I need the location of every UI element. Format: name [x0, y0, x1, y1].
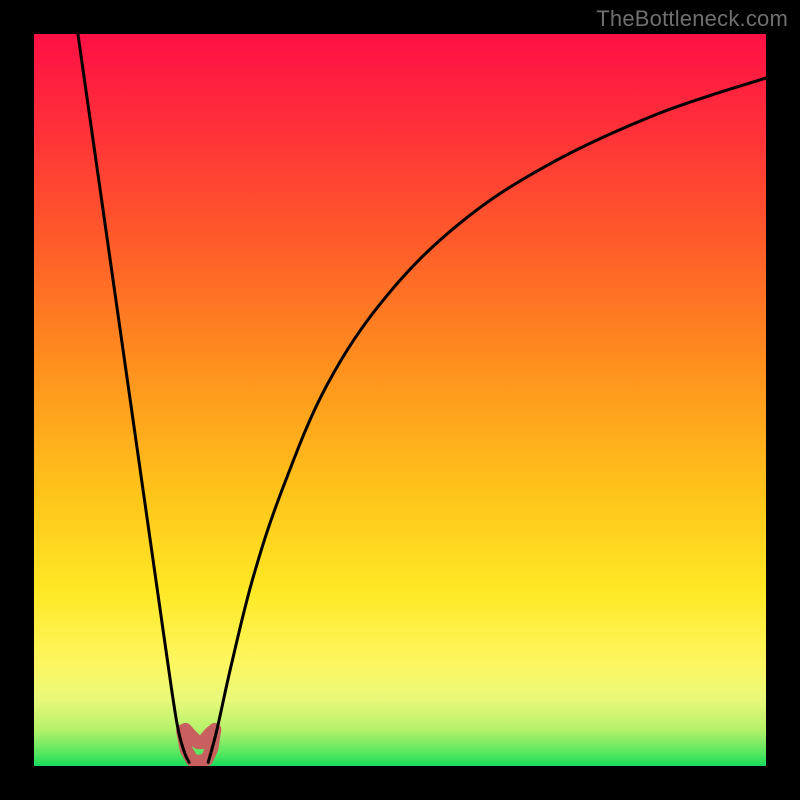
plot-svg	[34, 34, 766, 766]
plot-area	[34, 34, 766, 766]
chart-frame: TheBottleneck.com	[0, 0, 800, 800]
watermark-text: TheBottleneck.com	[596, 6, 788, 32]
gradient-background	[34, 34, 766, 766]
